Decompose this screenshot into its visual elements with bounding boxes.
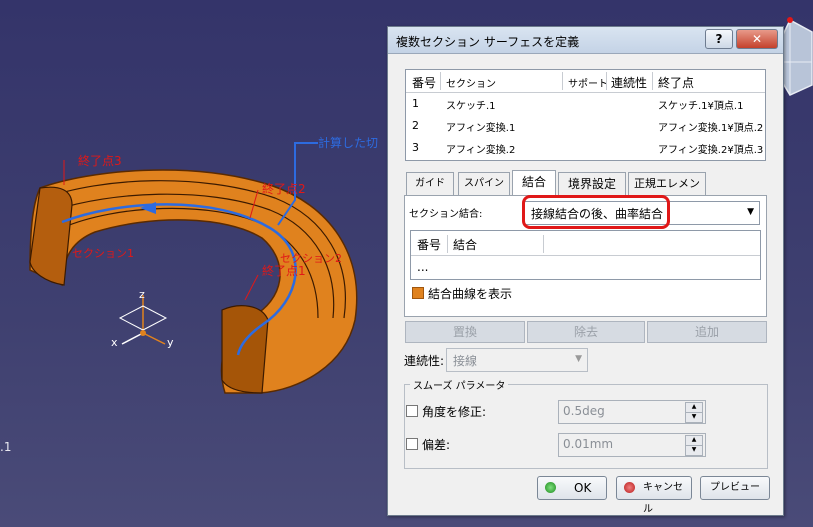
- viewport-mark: .1: [0, 440, 12, 454]
- preview-button[interactable]: プレビュー: [700, 476, 770, 500]
- smooth-parameters-legend: スムーズ パラメータ: [410, 377, 509, 392]
- leader-end1: [244, 274, 259, 301]
- deviation-checkbox[interactable]: [406, 438, 418, 450]
- angle-correction-label: 角度を修正:: [422, 405, 487, 419]
- angle-correction-checkbox[interactable]: [406, 405, 418, 417]
- help-button[interactable]: ?: [705, 29, 733, 49]
- end-point-3-label: 終了点3: [78, 154, 122, 168]
- highlight-annotation: [522, 195, 670, 229]
- tab-canonical-element[interactable]: 正規エレメント: [628, 172, 706, 212]
- coupling-col-coupling[interactable]: 結合: [453, 236, 477, 253]
- section-row[interactable]: 2 アフィン変換.1 アフィン変換.1¥頂点.2: [406, 115, 765, 137]
- col-endpoint[interactable]: 終了点: [658, 74, 694, 91]
- coupling-col-number[interactable]: 番号: [417, 236, 441, 253]
- tab-spine[interactable]: スパイン: [458, 172, 510, 195]
- ok-button[interactable]: OK: [537, 476, 607, 500]
- deviation-label: 偏差:: [422, 438, 451, 452]
- green-dot-icon: [545, 482, 556, 493]
- add-button[interactable]: 追加: [647, 321, 767, 343]
- replace-button[interactable]: 置換: [405, 321, 525, 343]
- col-number[interactable]: 番号: [412, 74, 436, 91]
- multi-section-surface-dialog: 複数セクション サーフェスを定義 ? ✕ 番号 セクション サポート 連続性 終…: [387, 26, 784, 516]
- section-list-header: 番号 セクション サポート 連続性 終了点: [406, 70, 765, 93]
- deviation-input[interactable]: 0.01mm ▲ ▼: [558, 433, 706, 457]
- axis-y-label: y: [167, 336, 174, 349]
- spin-down-icon[interactable]: ▼: [685, 412, 703, 423]
- col-continuity[interactable]: 連続性: [611, 74, 647, 91]
- computed-spine-label: 計算した切: [318, 136, 379, 150]
- tab-relimitation[interactable]: 境界設定: [558, 172, 626, 195]
- angle-correction-input[interactable]: 0.5deg ▲ ▼: [558, 400, 706, 424]
- tab-guide[interactable]: ガイド: [406, 172, 454, 195]
- red-dot-icon: [624, 482, 635, 493]
- continuity-dropdown[interactable]: 接線 ▼: [446, 348, 588, 372]
- end-point-2-label: 終了点2: [262, 182, 306, 196]
- tab-coupling[interactable]: 結合: [512, 170, 556, 197]
- close-button[interactable]: ✕: [736, 29, 778, 49]
- continuity-label: 連続性:: [404, 354, 445, 368]
- coupling-row[interactable]: ...: [417, 260, 428, 274]
- coupling-list[interactable]: 番号 結合 ...: [410, 230, 761, 280]
- spin-down-icon[interactable]: ▼: [685, 445, 703, 456]
- show-coupling-curves-label: 結合曲線を表示: [428, 287, 513, 301]
- section-2-label: セクション2: [280, 252, 342, 265]
- dialog-title: 複数セクション サーフェスを定義: [396, 35, 580, 49]
- col-support[interactable]: サポート: [568, 75, 608, 90]
- section-row[interactable]: 1 スケッチ.1 スケッチ.1¥頂点.1: [406, 93, 765, 115]
- show-coupling-curves-checkbox[interactable]: [412, 287, 424, 299]
- remove-button[interactable]: 除去: [527, 321, 645, 343]
- col-section[interactable]: セクション: [446, 75, 496, 90]
- section-coupling-label: セクション結合:: [409, 209, 483, 220]
- section-face-1: [221, 305, 269, 394]
- axis-x-label: x: [111, 336, 118, 349]
- chevron-down-icon: ▼: [747, 207, 754, 217]
- chevron-down-icon: ▼: [575, 354, 582, 364]
- section-list[interactable]: 番号 セクション サポート 連続性 終了点 1 スケッチ.1 スケッチ.1¥頂点…: [405, 69, 766, 161]
- cancel-button[interactable]: キャンセル: [616, 476, 692, 515]
- axis-z-label: z: [139, 288, 145, 301]
- continuity-value: 接線: [453, 354, 478, 368]
- dialog-titlebar[interactable]: 複数セクション サーフェスを定義 ? ✕: [388, 27, 783, 54]
- section-row[interactable]: 3 アフィン変換.2 アフィン変換.2¥頂点.3: [406, 137, 765, 159]
- section-1-label: セクション1: [72, 247, 134, 260]
- axis-triad: [118, 295, 168, 345]
